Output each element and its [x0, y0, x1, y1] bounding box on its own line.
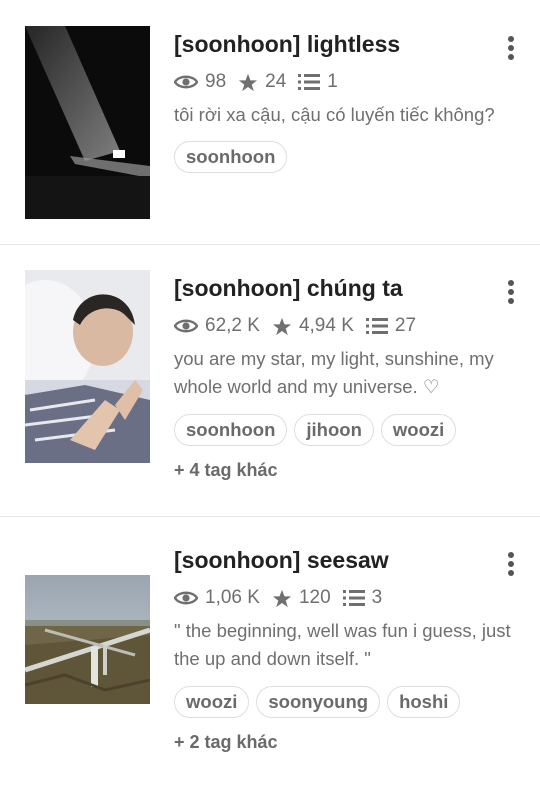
tag-chip[interactable]: jihoon — [294, 414, 374, 446]
tag-list: soonhoon jihoon woozi — [174, 414, 463, 446]
reads-stat: 98 — [174, 71, 226, 93]
story-cover-image[interactable] — [25, 270, 150, 463]
tag-chip[interactable]: soonyoung — [256, 686, 381, 718]
tag-list: soonhoon — [174, 141, 294, 173]
eye-icon — [174, 318, 198, 334]
story-stats: 1,06 K 120 3 — [174, 586, 394, 610]
reads-count: 98 — [205, 71, 227, 92]
more-vertical-icon[interactable] — [500, 34, 522, 62]
tag-chip[interactable]: soonhoon — [174, 414, 288, 446]
parts-stat: 1 — [298, 71, 338, 93]
star-icon — [238, 73, 258, 92]
story-cover-image[interactable] — [25, 26, 150, 219]
story-card[interactable]: [soonhoon] chúng ta 62,2 K 4,94 K 27 you… — [0, 245, 540, 517]
parts-stat: 3 — [342, 587, 383, 609]
story-card[interactable]: [soonhoon] seesaw 1,06 K 120 3 " the beg… — [0, 517, 540, 789]
reads-count: 1,06 K — [205, 587, 260, 608]
story-card[interactable]: [soonhoon] lightless 98 24 1 tôi rời xa … — [0, 0, 540, 245]
votes-count: 24 — [265, 71, 287, 92]
tag-list: woozi soonyoung hoshi — [174, 686, 467, 718]
parts-stat: 27 — [365, 315, 417, 337]
story-description: tôi rời xa cậu, cậu có luyến tiếc không? — [174, 104, 495, 125]
story-description: you are my star, my light, sunshine, my … — [174, 348, 494, 397]
story-title[interactable]: [soonhoon] lightless — [174, 30, 400, 58]
parts-count: 1 — [327, 71, 338, 92]
parts-count: 3 — [371, 587, 383, 608]
story-description: " the beginning, well was fun i guess, j… — [174, 620, 511, 669]
eye-icon — [174, 74, 198, 90]
tag-chip[interactable]: woozi — [380, 414, 457, 446]
votes-count: 4,94 K — [298, 315, 354, 336]
votes-stat: 120 — [272, 587, 331, 609]
votes-stat: 4,94 K — [272, 315, 354, 337]
story-cover-image[interactable] — [25, 575, 150, 704]
votes-stat: 24 — [238, 71, 286, 93]
story-title[interactable]: [soonhoon] chúng ta — [174, 274, 403, 302]
parts-count: 27 — [394, 315, 417, 336]
reads-count: 62,2 K — [205, 315, 260, 336]
list-icon — [342, 589, 365, 607]
votes-count: 120 — [298, 587, 331, 608]
tag-chip[interactable]: soonhoon — [174, 141, 288, 173]
reads-stat: 62,2 K — [174, 315, 260, 337]
list-icon — [365, 317, 388, 335]
star-icon — [272, 589, 292, 608]
story-title[interactable]: [soonhoon] seesaw — [174, 546, 389, 574]
more-vertical-icon[interactable] — [500, 550, 522, 578]
tag-chip[interactable]: woozi — [174, 686, 250, 718]
reads-stat: 1,06 K — [174, 587, 260, 609]
star-icon — [272, 317, 292, 336]
story-stats: 62,2 K 4,94 K 27 — [174, 314, 428, 338]
list-icon — [298, 73, 321, 91]
story-stats: 98 24 1 — [174, 70, 350, 94]
tag-chip[interactable]: hoshi — [387, 686, 461, 718]
more-vertical-icon[interactable] — [500, 278, 522, 306]
more-tags-link[interactable]: + 4 tag khác — [174, 460, 278, 481]
more-tags-link[interactable]: + 2 tag khác — [174, 732, 278, 753]
eye-icon — [174, 590, 198, 606]
